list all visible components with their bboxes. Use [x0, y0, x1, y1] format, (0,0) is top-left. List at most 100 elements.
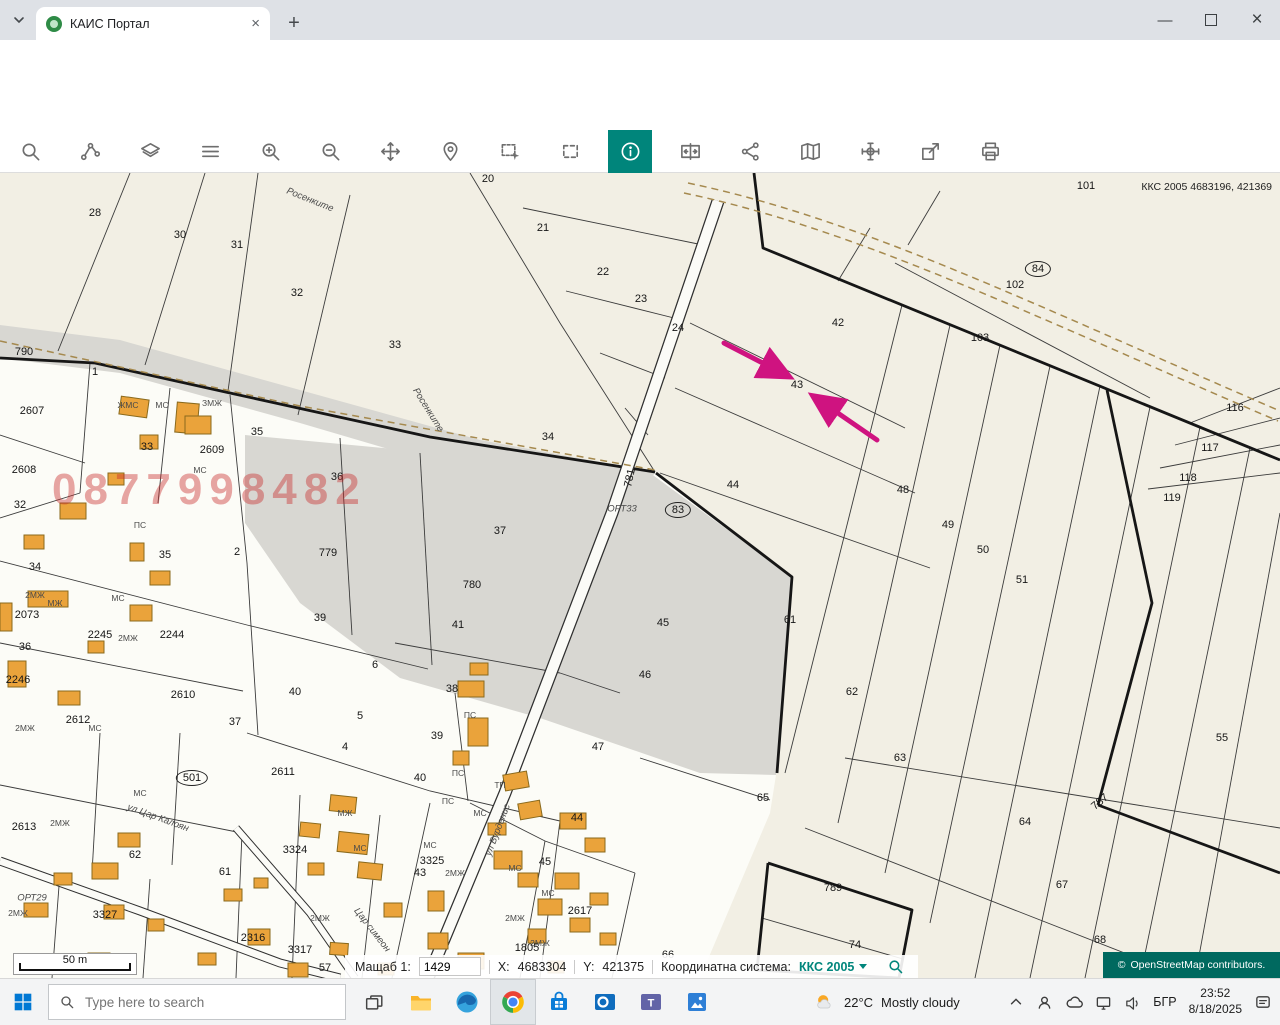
- share-nodes-icon: [739, 140, 762, 163]
- map-status-bar: Мащаб 1: X: 4683304 Y: 421375 Координатн…: [345, 955, 918, 978]
- zoom-out-icon: [319, 140, 342, 163]
- coordinate-search-button[interactable]: [887, 958, 904, 975]
- time: 23:52: [1189, 986, 1242, 1002]
- measure-tool-button[interactable]: [68, 130, 112, 173]
- x-label: X:: [498, 960, 510, 974]
- zoom-out-tool-button[interactable]: [308, 130, 352, 173]
- weather-icon: [814, 991, 836, 1013]
- outlook-button[interactable]: [582, 979, 628, 1025]
- snap-grid-icon: [859, 140, 882, 163]
- taskbar-clock[interactable]: 23:52 8/18/2025: [1189, 986, 1242, 1017]
- info-tool-button[interactable]: [608, 130, 652, 173]
- crs-value: ККС 2005: [799, 960, 854, 974]
- crs-label: Координатна система:: [661, 960, 791, 974]
- scale-label: Мащаб 1:: [355, 960, 411, 974]
- file-explorer-button[interactable]: [398, 979, 444, 1025]
- weather-temp: 22°C: [844, 995, 873, 1010]
- pan-tool-button[interactable]: [368, 130, 412, 173]
- clear-selection-icon: [559, 140, 582, 163]
- layers-pair-tool-button[interactable]: [128, 130, 172, 173]
- chrome-button[interactable]: [490, 979, 536, 1025]
- search-tool-button[interactable]: [8, 130, 52, 173]
- taskbar-search-box[interactable]: [48, 984, 346, 1020]
- copyright-icon: ©: [1118, 959, 1126, 971]
- window-minimize-button[interactable]: —: [1142, 0, 1188, 40]
- map-reference-coordinates: ККС 2005 4683196, 421369: [1141, 181, 1272, 193]
- locate-icon: [439, 140, 462, 163]
- scale-input[interactable]: [419, 957, 481, 976]
- layers-stack-icon: [199, 140, 222, 163]
- site-header: КАРТАУСЛУГИРЕГИСТРИЖАЛБИСПРАВКИПРАВОСПОС…: [0, 86, 1280, 131]
- search-icon: [19, 140, 42, 163]
- divider: [489, 960, 490, 974]
- select-area-tool-button[interactable]: [488, 130, 532, 173]
- weather-widget[interactable]: 22°C Mostly cloudy: [806, 979, 968, 1025]
- weather-condition: Mostly cloudy: [881, 995, 960, 1010]
- clear-selection-tool-button[interactable]: [548, 130, 592, 173]
- print-tool-button[interactable]: [968, 130, 1012, 173]
- export-tool-button[interactable]: [908, 130, 952, 173]
- edge-button[interactable]: [444, 979, 490, 1025]
- print-icon: [979, 140, 1002, 163]
- divider: [652, 960, 653, 974]
- folded-map-icon: [799, 140, 822, 163]
- measure-icon: [79, 140, 102, 163]
- export-icon: [919, 140, 942, 163]
- taskbar-app-icons: T: [398, 979, 720, 1025]
- system-tray: БГР 23:52 8/18/2025: [1008, 979, 1280, 1025]
- tab-close-icon[interactable]: ×: [251, 16, 260, 31]
- zoom-in-tool-button[interactable]: [248, 130, 292, 173]
- date: 8/18/2025: [1189, 1002, 1242, 1018]
- locate-tool-button[interactable]: [428, 130, 472, 173]
- map-canvas[interactable]: 2021222324283031323334790424344484950515…: [0, 173, 1280, 978]
- chevron-down-icon: [859, 964, 867, 969]
- task-view-button[interactable]: [352, 979, 396, 1025]
- y-value: 421375: [602, 960, 644, 974]
- browser-address-bar: kais.cadastre.bg/bg/Map ★ K ⋮: [0, 40, 1280, 87]
- speaker-icon[interactable]: [1124, 994, 1141, 1011]
- browser-tab[interactable]: КАИС Портал ×: [36, 7, 270, 40]
- osm-attribution[interactable]: © OpenStreetMap contributors.: [1103, 952, 1280, 978]
- zoom-in-icon: [259, 140, 282, 163]
- language-indicator[interactable]: БГР: [1153, 995, 1176, 1009]
- teams-button[interactable]: T: [628, 979, 674, 1025]
- scale-bar-line: [19, 969, 131, 971]
- scale-bar-label: 50 m: [63, 954, 87, 966]
- cadastral-map: [0, 173, 1280, 978]
- y-label: Y:: [583, 960, 594, 974]
- share-nodes-tool-button[interactable]: [728, 130, 772, 173]
- swipe-compare-tool-button[interactable]: [668, 130, 712, 173]
- onedrive-cloud-icon[interactable]: [1065, 993, 1083, 1011]
- tab-title: КАИС Портал: [70, 17, 243, 31]
- notification-center-icon[interactable]: [1254, 993, 1272, 1011]
- taskbar-search-input[interactable]: [83, 994, 317, 1011]
- window-close-button[interactable]: ×: [1234, 0, 1280, 40]
- snap-grid-tool-button[interactable]: [848, 130, 892, 173]
- layers-pair-icon: [139, 140, 162, 163]
- divider: [574, 960, 575, 974]
- map-toolbar: [0, 130, 1280, 173]
- folded-map-tool-button[interactable]: [788, 130, 832, 173]
- start-button[interactable]: [0, 979, 46, 1025]
- window-maximize-button[interactable]: [1188, 0, 1234, 40]
- select-area-icon: [499, 140, 522, 163]
- pan-icon: [379, 140, 402, 163]
- tab-search-chevron-icon[interactable]: [6, 7, 32, 33]
- search-icon: [59, 994, 75, 1010]
- browser-tab-strip: КАИС Портал × + — ×: [0, 0, 1280, 40]
- crs-dropdown[interactable]: ККС 2005: [799, 960, 867, 974]
- svg-text:T: T: [648, 998, 655, 1010]
- tray-chevron-up-icon[interactable]: [1008, 994, 1024, 1010]
- microsoft-store-button[interactable]: [536, 979, 582, 1025]
- display-icon[interactable]: [1095, 994, 1112, 1011]
- tab-favicon: [46, 16, 62, 32]
- layers-stack-tool-button[interactable]: [188, 130, 232, 173]
- x-value: 4683304: [518, 960, 567, 974]
- info-icon: [619, 140, 642, 163]
- windows-taskbar: T 22°C Mostly cloudy БГР 23:52 8/18/2025: [0, 978, 1280, 1025]
- new-tab-button[interactable]: +: [280, 9, 308, 37]
- maximize-icon: [1205, 14, 1217, 26]
- contacts-icon[interactable]: [1036, 994, 1053, 1011]
- photos-button[interactable]: [674, 979, 720, 1025]
- attribution-text: OpenStreetMap contributors.: [1130, 959, 1265, 971]
